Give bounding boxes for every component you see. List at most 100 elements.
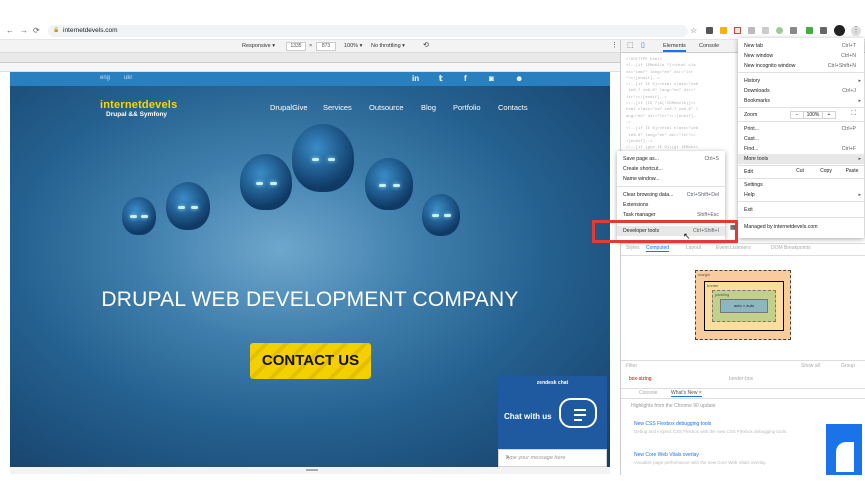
inspect-icon[interactable]: ⬚: [627, 41, 634, 49]
submenu-item-name-window[interactable]: Name window...: [617, 174, 725, 184]
chat-widget[interactable]: zendesk chat Chat with us Type your mess…: [498, 376, 607, 467]
tab-styles[interactable]: Styles: [626, 245, 640, 251]
tab-layout[interactable]: Layout: [686, 245, 701, 251]
lang-eng-link[interactable]: eng: [100, 75, 110, 81]
rotate-icon[interactable]: ⟲: [423, 41, 429, 49]
back-icon[interactable]: ←: [6, 27, 14, 35]
nav-drupalgive[interactable]: DrupalGive: [270, 103, 308, 112]
nav-contacts[interactable]: Contacts: [498, 103, 528, 112]
menu-separator: [738, 165, 864, 166]
cut-button[interactable]: Cut: [788, 168, 812, 176]
menu-item-exit[interactable]: Exit: [738, 205, 864, 215]
facebook-icon[interactable]: f: [464, 74, 467, 83]
show-all-checkbox[interactable]: Show all: [801, 363, 820, 369]
robot-eye: [178, 206, 185, 209]
zoom-out-button[interactable]: −: [790, 111, 804, 119]
menu-item-new-tab[interactable]: New tab Ctrl+T: [738, 41, 864, 51]
extension-icon[interactable]: [790, 27, 797, 34]
lang-ukr-link[interactable]: ukr: [124, 75, 132, 81]
extension-icon[interactable]: [734, 27, 741, 34]
github-icon[interactable]: ☻: [515, 74, 523, 83]
robot-eye: [393, 184, 400, 187]
extension-icon[interactable]: [806, 27, 813, 34]
linkedin-icon[interactable]: in: [412, 74, 419, 83]
extension-icon[interactable]: [776, 27, 783, 34]
filter-input[interactable]: Filter: [626, 363, 637, 369]
reload-icon[interactable]: ⟳: [33, 27, 40, 35]
tab-computed[interactable]: Computed: [646, 245, 670, 252]
tab-event-listeners[interactable]: Event Listeners: [716, 245, 750, 251]
extension-icon[interactable]: [820, 27, 827, 34]
bookmark-star-icon[interactable]: ☆: [690, 27, 697, 35]
device-toggle-icon[interactable]: ▯: [641, 41, 645, 49]
menu-item-new-window[interactable]: New window Ctrl+N: [738, 51, 864, 61]
extension-icon[interactable]: [706, 27, 713, 34]
site-viewport: eng ukr in 𝕥 f ◙ ☻ internetdevels Drupal…: [10, 72, 610, 467]
menu-label: Print...: [744, 126, 759, 132]
menu-item-bookmarks[interactable]: Bookmarks ▸: [738, 96, 864, 106]
zoom-select[interactable]: 100% ▾: [344, 43, 362, 49]
zoom-label: Zoom: [744, 112, 758, 118]
throttling-select[interactable]: No throttling ▾: [371, 43, 405, 49]
zoom-in-button[interactable]: +: [822, 111, 836, 119]
drawer-tab-console[interactable]: Console: [639, 390, 657, 396]
robot-illustration: [365, 158, 413, 210]
viewport-width-input[interactable]: 1335: [286, 42, 306, 51]
address-bar[interactable]: 🔒 internetdevels.com: [48, 25, 688, 37]
site-top-bar: eng ukr in 𝕥 f ◙ ☻: [10, 72, 610, 86]
menu-item-history[interactable]: History ▸: [738, 76, 864, 86]
menu-item-find[interactable]: Find... Ctrl+F: [738, 144, 864, 154]
twitter-icon[interactable]: 𝕥: [439, 74, 443, 83]
submenu-item-save-page[interactable]: Save page as... Ctrl+S: [617, 154, 725, 164]
nav-services[interactable]: Services: [323, 103, 352, 112]
profile-avatar[interactable]: [834, 25, 845, 36]
menu-item-print[interactable]: Print... Ctrl+P: [738, 124, 864, 134]
instagram-icon[interactable]: ◙: [489, 74, 494, 83]
extension-icon[interactable]: [748, 27, 755, 34]
computed-property[interactable]: box-sizing: [629, 376, 652, 382]
submenu-item-create-shortcut[interactable]: Create shortcut...: [617, 164, 725, 174]
chat-message-input[interactable]: Type your message here ➤: [498, 449, 607, 467]
nav-blog[interactable]: Blog: [421, 103, 436, 112]
menu-item-managed[interactable]: ▦ Managed by internetdevels.com: [730, 222, 864, 232]
chrome-menu-icon[interactable]: ⋮: [851, 26, 861, 36]
site-logo[interactable]: internetdevels: [100, 99, 177, 111]
copy-button[interactable]: Copy: [814, 168, 838, 176]
menu-separator: [617, 186, 725, 187]
send-icon[interactable]: ➤: [505, 455, 600, 461]
news-title[interactable]: New Core Web Vitals overlay: [634, 452, 699, 458]
extension-icon[interactable]: [762, 27, 769, 34]
menu-item-settings[interactable]: Settings: [738, 180, 864, 190]
resize-handle[interactable]: [306, 469, 318, 471]
more-options-icon[interactable]: ⋮: [611, 41, 618, 49]
dom-tree[interactable]: <!DOCTYPE html> <!--[if IEMobile 7]><html…: [626, 57, 746, 164]
menu-item-downloads[interactable]: Downloads Ctrl+J: [738, 86, 864, 96]
menu-item-help[interactable]: Help ▸: [738, 190, 864, 200]
tab-elements[interactable]: Elements: [663, 43, 686, 52]
news-title[interactable]: New CSS Flexbox debugging tools: [634, 421, 711, 427]
contact-us-button[interactable]: CONTACT US: [250, 343, 371, 379]
tab-dom-breakpoints[interactable]: DOM Breakpoints: [771, 245, 810, 251]
submenu-item-extensions[interactable]: Extensions: [617, 200, 725, 210]
extension-icon[interactable]: [720, 27, 727, 34]
menu-label: New tab: [744, 43, 764, 49]
device-mode-select[interactable]: Responsive ▾: [242, 43, 275, 49]
menu-item-new-incognito[interactable]: New incognito window Ctrl+Shift+N: [738, 61, 864, 71]
media-query-bar: [0, 53, 620, 63]
fullscreen-icon[interactable]: ⛶: [851, 110, 856, 118]
robot-illustration: [422, 194, 460, 236]
menu-label: Edit: [744, 169, 753, 175]
viewport-resize-bar[interactable]: [10, 467, 610, 474]
submenu-item-task-manager[interactable]: Task manager Shift+Esc: [617, 210, 725, 220]
paste-button[interactable]: Paste: [840, 168, 864, 176]
submenu-item-clear-browsing-data[interactable]: Clear browsing data... Ctrl+Shift+Del: [617, 190, 725, 200]
tab-console[interactable]: Console: [699, 43, 719, 49]
nav-portfolio[interactable]: Portfolio: [453, 103, 481, 112]
group-checkbox[interactable]: Group: [841, 363, 855, 369]
menu-item-more-tools[interactable]: More tools ▸: [738, 154, 864, 164]
nav-outsource[interactable]: Outsource: [369, 103, 404, 112]
viewport-height-input[interactable]: 873: [316, 42, 336, 51]
drawer-tab-whatsnew[interactable]: What's New ×: [671, 390, 702, 397]
forward-icon[interactable]: →: [20, 27, 28, 35]
menu-item-cast[interactable]: Cast...: [738, 134, 864, 144]
